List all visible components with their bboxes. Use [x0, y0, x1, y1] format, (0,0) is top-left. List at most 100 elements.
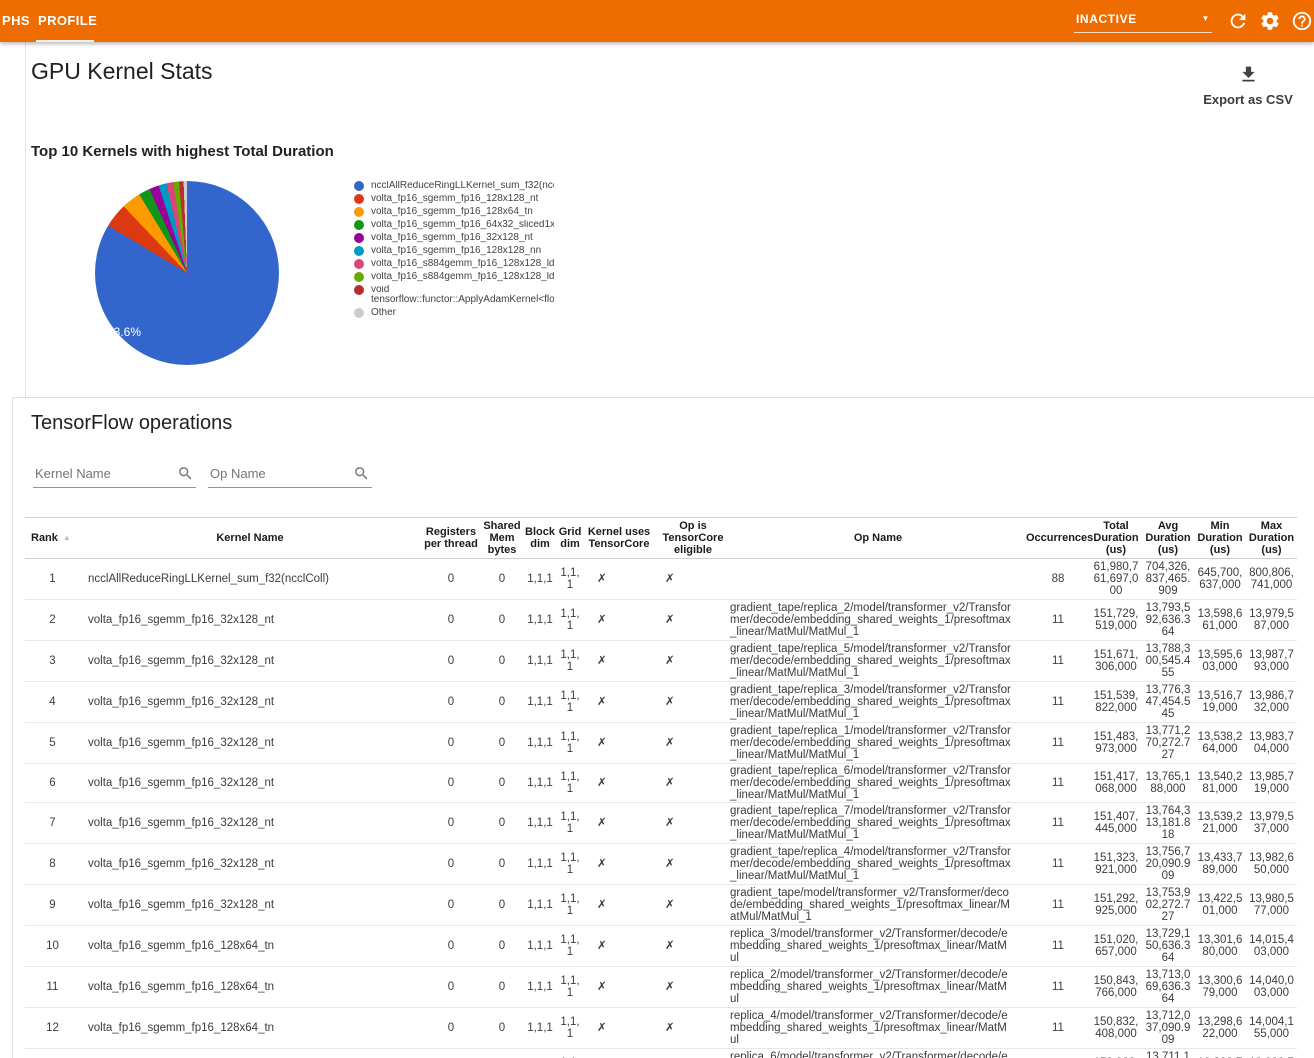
legend-item[interactable]: volta_fp16_s884gemm_fp16_128x128_ldg8…	[354, 272, 554, 282]
cell-op: replica_2/model/transformer_v2/Transform…	[730, 967, 1026, 1008]
cell-block: 1,1,1	[522, 559, 558, 600]
legend-item[interactable]: void tensorflow::functor::ApplyAdamKerne…	[354, 285, 554, 305]
cell-occurrences: 11	[1026, 967, 1090, 1008]
table-row: 12volta_fp16_sgemm_fp16_128x64_tn001,1,1…	[25, 1008, 1297, 1049]
cell-kernel: volta_fp16_sgemm_fp16_32x128_nt	[80, 885, 420, 926]
run-selector-value: INACTIVE	[1076, 12, 1137, 26]
legend-item[interactable]: volta_fp16_sgemm_fp16_32x128_nt	[354, 233, 554, 243]
cell-registers: 0	[420, 600, 482, 641]
cell-op: gradient_tape/replica_6/model/transforme…	[730, 764, 1026, 803]
cell-avg: 13,712,037,090.909	[1142, 1008, 1194, 1049]
cell-total: 151,671,306,000	[1090, 641, 1142, 682]
tab-profile[interactable]: PROFILE	[38, 13, 97, 28]
refresh-button[interactable]	[1224, 7, 1252, 35]
legend-item[interactable]: volta_fp16_s884gemm_fp16_128x128_ldg8…	[354, 259, 554, 269]
op-name-input[interactable]	[208, 460, 372, 487]
column-header-shared[interactable]: Shared Mem bytes	[482, 518, 522, 559]
run-selector[interactable]: INACTIVE ▼	[1074, 9, 1212, 33]
legend-swatch-icon	[354, 220, 364, 230]
cell-block: 1,1,1	[522, 723, 558, 764]
cell-max: 14,040,003,000	[1246, 967, 1297, 1008]
cell-avg: 13,776,347,454.545	[1142, 682, 1194, 723]
column-header-total[interactable]: Total Duration (us)	[1090, 518, 1142, 559]
cell-uses_tc: ✗	[582, 559, 656, 600]
cell-grid: 1,1,1	[558, 641, 582, 682]
table-row: 7volta_fp16_sgemm_fp16_32x128_nt001,1,11…	[25, 803, 1297, 844]
column-header-registers[interactable]: Registers per thread	[420, 518, 482, 559]
legend-item[interactable]: volta_fp16_sgemm_fp16_128x128_nn	[354, 246, 554, 256]
legend-swatch-icon	[354, 233, 364, 243]
kernel-name-input[interactable]	[33, 460, 196, 487]
column-header-label: Shared Mem bytes	[483, 520, 520, 556]
cell-rank: 8	[25, 844, 80, 885]
column-header-op[interactable]: Op Name	[730, 518, 1026, 559]
legend-item[interactable]: volta_fp16_sgemm_fp16_128x128_nt	[354, 194, 554, 204]
cell-rank: 3	[25, 641, 80, 682]
tab-graphs-partial[interactable]: PHS	[2, 13, 30, 28]
cell-block: 1,1,1	[522, 926, 558, 967]
cell-rank: 10	[25, 926, 80, 967]
column-header-grid[interactable]: Grid dim	[558, 518, 582, 559]
cell-op: gradient_tape/replica_4/model/transforme…	[730, 844, 1026, 885]
cell-uses_tc: ✗	[582, 885, 656, 926]
cell-grid: 1,1,1	[558, 1008, 582, 1049]
cell-rank: 7	[25, 803, 80, 844]
active-tab-indicator	[36, 40, 94, 42]
cell-tc_eligible: ✗	[656, 1049, 730, 1058]
column-header-kernel[interactable]: Kernel Name	[80, 518, 420, 559]
column-header-max[interactable]: Max Duration (us)	[1246, 518, 1297, 559]
cell-uses_tc: ✗	[582, 803, 656, 844]
settings-button[interactable]	[1256, 7, 1284, 35]
left-panel-divider-lower	[12, 397, 13, 1058]
cell-grid: 1,1,1	[558, 967, 582, 1008]
table-row: 4volta_fp16_sgemm_fp16_32x128_nt001,1,11…	[25, 682, 1297, 723]
cell-max: 800,806,741,000	[1246, 559, 1297, 600]
cell-shared: 0	[482, 967, 522, 1008]
column-header-avg[interactable]: Avg Duration (us)	[1142, 518, 1194, 559]
cell-tc_eligible: ✗	[656, 967, 730, 1008]
cell-min: 13,422,501,000	[1194, 885, 1246, 926]
cell-grid: 1,1,1	[558, 844, 582, 885]
column-header-min[interactable]: Min Duration (us)	[1194, 518, 1246, 559]
cell-kernel: volta_fp16_sgemm_fp16_128x64_tn	[80, 1008, 420, 1049]
legend-item[interactable]: volta_fp16_sgemm_fp16_64x32_sliced1x4_nt	[354, 220, 554, 230]
gear-icon	[1259, 10, 1281, 32]
cell-avg: 13,713,069,636.364	[1142, 967, 1194, 1008]
help-icon	[1291, 10, 1313, 32]
export-csv-button[interactable]: Export as CSV	[1192, 64, 1304, 107]
cell-occurrences: 11	[1026, 844, 1090, 885]
table-header-row: Rank▲Kernel NameRegisters per threadShar…	[25, 518, 1297, 559]
column-header-label: Avg Duration (us)	[1145, 520, 1190, 556]
cell-total: 151,407,445,000	[1090, 803, 1142, 844]
legend-item[interactable]: Other	[354, 308, 554, 318]
search-icon	[177, 465, 194, 482]
cell-registers: 0	[420, 764, 482, 803]
column-header-rank[interactable]: Rank▲	[25, 518, 80, 559]
cell-avg: 13,771,270,272.727	[1142, 723, 1194, 764]
cell-grid: 1,1,1	[558, 764, 582, 803]
cell-rank: 5	[25, 723, 80, 764]
cell-min: 13,298,622,000	[1194, 1008, 1246, 1049]
cell-occurrences: 11	[1026, 1008, 1090, 1049]
cell-grid: 1,1,1	[558, 600, 582, 641]
cell-max: 13,988,791,000	[1246, 1049, 1297, 1058]
legend-item[interactable]: ncclAllReduceRingLLKernel_sum_f32(ncclC…	[354, 181, 554, 191]
column-header-label: Block dim	[525, 526, 555, 550]
cell-rank: 4	[25, 682, 80, 723]
cell-uses_tc: ✗	[582, 764, 656, 803]
cell-registers: 0	[420, 803, 482, 844]
help-button[interactable]	[1288, 7, 1314, 35]
column-header-occurrences[interactable]: Occurrences	[1026, 518, 1090, 559]
cell-avg: 704,326,837,465.909	[1142, 559, 1194, 600]
legend-item[interactable]: volta_fp16_sgemm_fp16_128x64_tn	[354, 207, 554, 217]
cell-total: 151,729,519,000	[1090, 600, 1142, 641]
cell-rank: 1	[25, 559, 80, 600]
cell-uses_tc: ✗	[582, 723, 656, 764]
column-header-block[interactable]: Block dim	[522, 518, 558, 559]
cell-kernel: volta_fp16_sgemm_fp16_32x128_nt	[80, 844, 420, 885]
column-header-tc_eligible[interactable]: Op is TensorCore eligible	[656, 518, 730, 559]
column-header-uses_tc[interactable]: Kernel uses TensorCore	[582, 518, 656, 559]
cell-registers: 0	[420, 559, 482, 600]
cell-avg: 13,788,300,545.455	[1142, 641, 1194, 682]
cell-op: replica_4/model/transformer_v2/Transform…	[730, 1008, 1026, 1049]
